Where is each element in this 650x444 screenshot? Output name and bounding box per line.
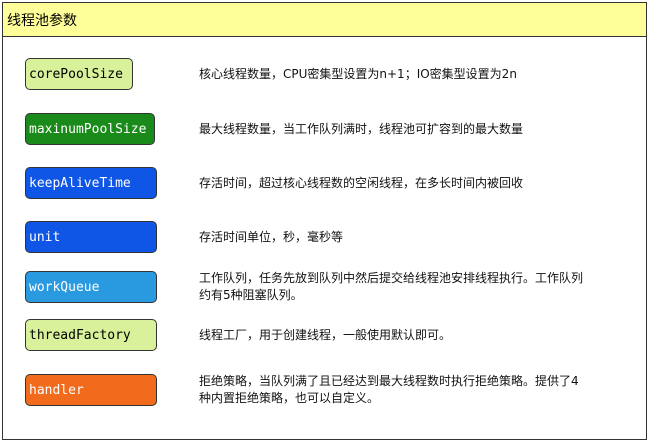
param-description: 核心线程数量，CPU密集型设置为n+1；IO密集型设置为2n [199, 67, 517, 81]
param-description: 最大线程数量，当工作队列满时，线程池可扩容到的最大数量 [199, 122, 524, 136]
param-description: 存活时间，超过核心线程数的空闲线程，在多长时间内被回收 [199, 176, 524, 190]
param-description: 工作队列，任务先放到队列中然后提交给线程池安排线程执行。工作队列约有5种阻塞队列… [199, 271, 584, 302]
panel-title: 线程池参数 [7, 12, 77, 29]
param-description: 存活时间单位，秒，毫秒等 [199, 230, 344, 244]
param-box: threadFactory [25, 319, 157, 351]
param-description: 线程工厂，用于创建线程，一般使用默认即可。 [199, 328, 452, 342]
param-box: unit [25, 221, 157, 253]
parameters-panel: 线程池参数 corePoolSize 核心线程数量，CPU密集型设置为n+1；I… [2, 2, 647, 440]
param-description: 拒绝策略，当队列满了且已经达到最大线程数时执行拒绝策略。提供了4种内置拒绝策略，… [199, 374, 579, 405]
param-box: corePoolSize [25, 58, 133, 90]
param-box: handler [25, 374, 157, 406]
param-box: workQueue [25, 271, 157, 303]
panel-header: 线程池参数 [3, 3, 646, 37]
param-box: keepAliveTime [25, 167, 157, 199]
param-box: maxinumPoolSize [25, 113, 155, 145]
